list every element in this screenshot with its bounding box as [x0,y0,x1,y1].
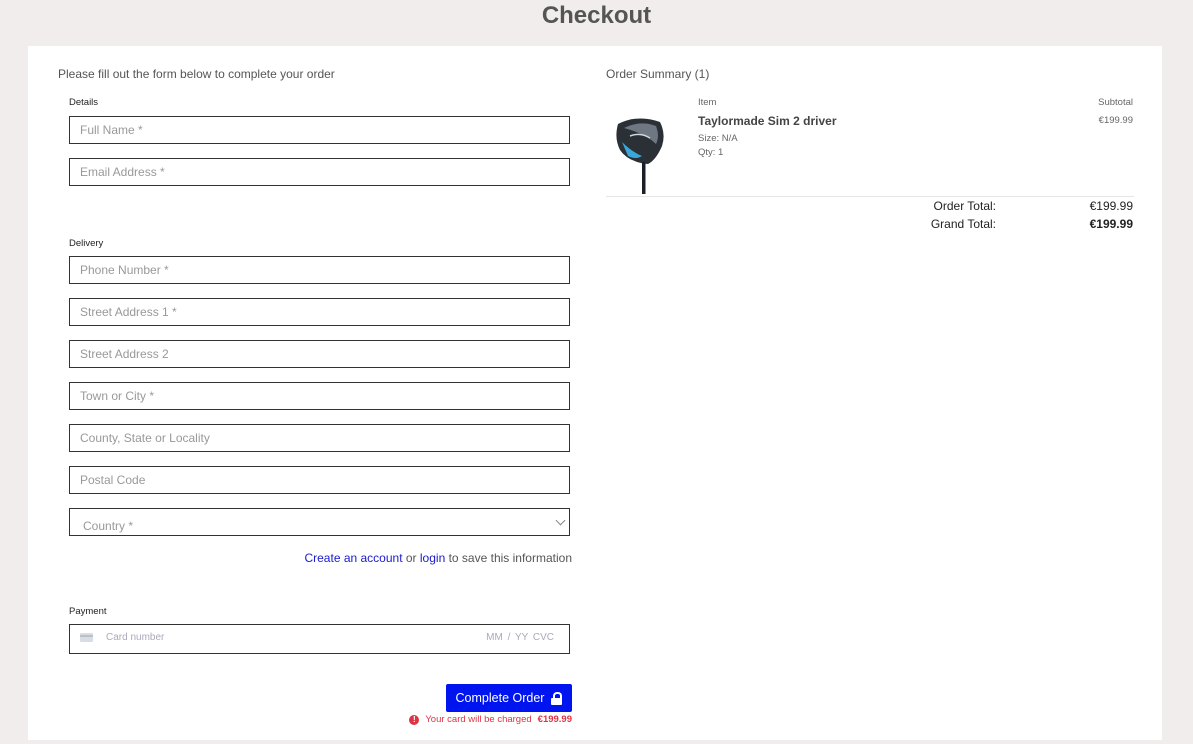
order-summary-title: Order Summary (1) [606,67,710,81]
chevron-down-icon [555,515,566,526]
county-field[interactable] [69,424,570,452]
street-address-2-input[interactable] [70,341,569,367]
email-field[interactable] [69,158,570,186]
checkout-card: Please fill out the form below to comple… [28,46,1162,740]
product-size: Size: N/A [698,133,738,144]
product-subtotal: €199.99 [1098,115,1133,126]
page-title: Checkout [541,2,652,29]
summary-divider [606,196,1134,197]
complete-order-button[interactable]: Complete Order [446,684,572,712]
form-intro: Please fill out the form below to comple… [58,67,335,81]
card-expiry-cvc-placeholder: MM / YY CVC [486,632,554,643]
charge-text: Your card will be charged [425,714,532,725]
create-account-link[interactable]: Create an account [304,551,402,565]
county-input[interactable] [70,425,569,451]
town-field[interactable] [69,382,570,410]
product-image [616,118,664,194]
product-qty: Qty: 1 [698,147,724,158]
delivery-label: Delivery [69,238,104,249]
country-select-value: Country * [83,519,134,533]
full-name-field[interactable] [69,116,570,144]
street-address-2-field[interactable] [69,340,570,368]
full-name-input[interactable] [70,117,569,143]
card-element[interactable]: Card number MM / YY CVC [69,624,570,654]
alert-icon: ! [409,714,420,725]
login-link[interactable]: login [420,551,445,565]
postal-code-field[interactable] [69,466,570,494]
order-total-label: Order Total: [933,199,996,213]
product-name: Taylormade Sim 2 driver [698,114,837,128]
postal-code-input[interactable] [70,467,569,493]
account-prompt: Create an account or login to save this … [304,551,572,565]
country-select[interactable]: Country * [69,508,570,536]
street-address-1-field[interactable] [69,298,570,326]
card-number-placeholder: Card number [106,632,165,643]
email-input[interactable] [70,159,569,185]
phone-input[interactable] [70,257,569,283]
order-total-value: €199.99 [1089,199,1133,213]
item-column-header: Item [698,97,717,108]
phone-field[interactable] [69,256,570,284]
lock-icon [551,691,563,705]
details-label: Details [69,97,99,108]
payment-label: Payment [69,606,107,617]
charge-notice: ! Your card will be charged €199.99 [409,714,572,725]
street-address-1-input[interactable] [70,299,569,325]
account-or-text: or [405,551,417,565]
complete-order-label: Complete Order [455,691,545,705]
charge-amount: €199.99 [537,714,572,725]
subtotal-column-header: Subtotal [1098,97,1133,108]
card-icon [80,633,93,642]
account-suffix-text: to save this information [448,551,572,565]
grand-total-label: Grand Total: [930,217,996,231]
grand-total-value: €199.99 [1089,217,1133,231]
town-input[interactable] [70,383,569,409]
